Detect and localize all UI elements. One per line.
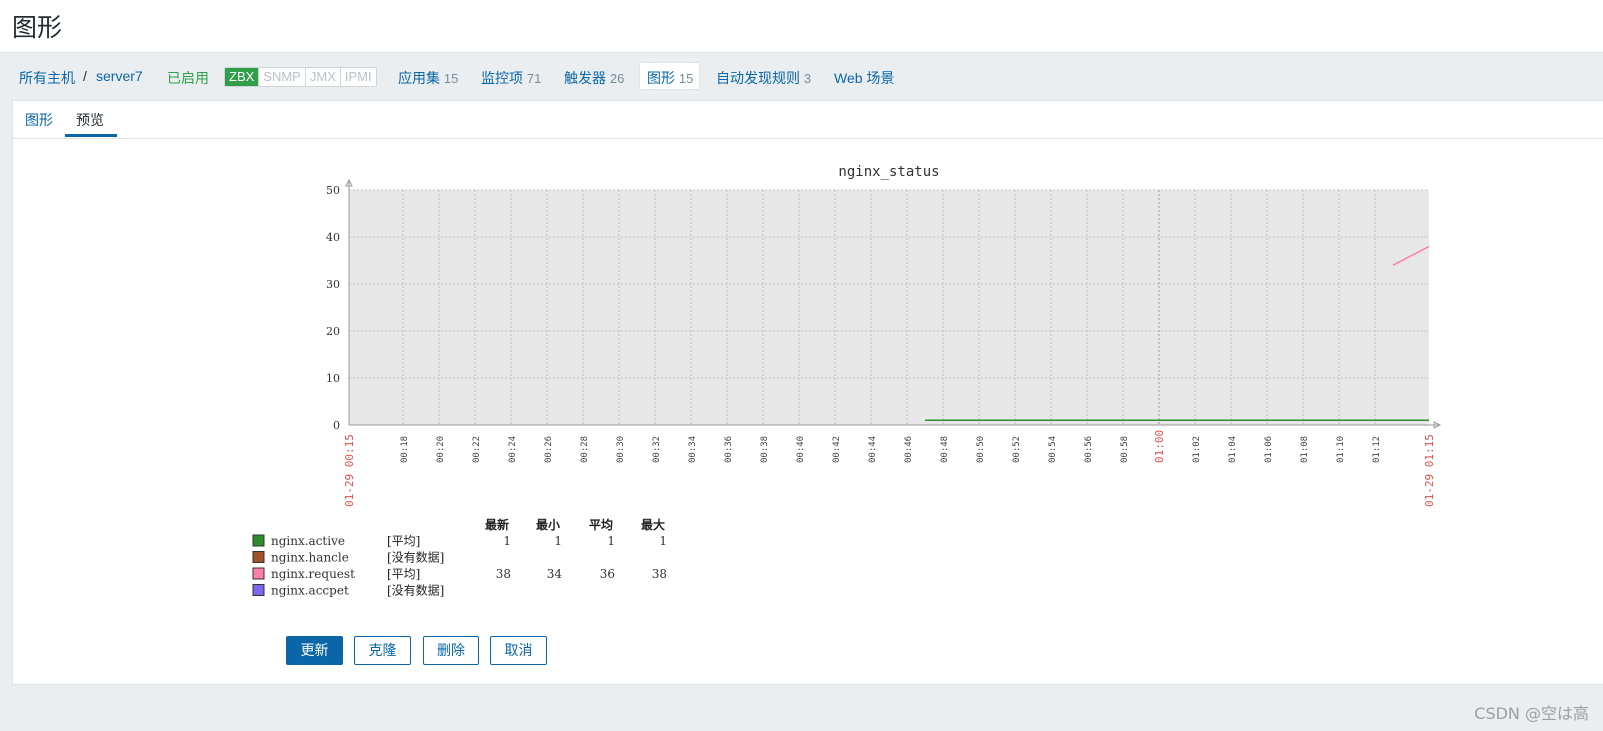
x-tick-label: 00:28 — [580, 436, 590, 463]
availability-badges: ZBX SNMP JMX IPMI — [224, 67, 377, 87]
x-tick-label: 00:40 — [796, 436, 806, 463]
host-navigation: 所有主机 / server7 已启用 ZBX SNMP JMX IPMI 应用集… — [0, 62, 1603, 96]
y-tick-label: 20 — [326, 325, 340, 338]
x-tick-label: 01:12 — [1372, 436, 1382, 463]
y-tick-label: 0 — [333, 419, 340, 432]
delete-button[interactable]: 删除 — [423, 636, 479, 665]
watermark: CSDN @空は高 — [1474, 704, 1589, 723]
cancel-button[interactable]: 取消 — [490, 636, 547, 665]
nav-graphs[interactable]: 图形 15 — [647, 68, 693, 88]
graph-form-panel: 图形 预览 nginx_status 0 10 20 30 40 50 00:18 00:20 0… — [12, 100, 1603, 685]
nav-applications-count: 15 — [443, 71, 459, 86]
x-tick-label: 00:26 — [544, 436, 554, 463]
x-tick-label: 00:54 — [1048, 436, 1058, 463]
x-tick-label: 00:36 — [724, 436, 734, 463]
host-status-enabled[interactable]: 已启用 — [167, 68, 209, 88]
legend-name: nginx.active — [271, 534, 345, 548]
legend-name: nginx.hancle — [271, 551, 349, 565]
x-tick-label: 01:00 — [1153, 430, 1166, 463]
badge-ipmi: IPMI — [339, 68, 376, 86]
x-start-label: 01-29 00:15 — [343, 434, 356, 507]
page-title: 图形 — [12, 13, 63, 42]
legend-func: [没有数据] — [387, 583, 444, 598]
legend-func: [平均] — [387, 534, 420, 548]
badge-zbx: ZBX — [225, 68, 259, 86]
x-tick-label: 00:30 — [616, 436, 626, 463]
x-tick-label: 00:32 — [652, 436, 662, 463]
nav-items[interactable]: 监控项 71 — [481, 68, 541, 88]
page-header: 图形 — [0, 0, 1603, 53]
nav-applications-label: 应用集 — [398, 70, 440, 86]
nav-discovery-count: 3 — [803, 71, 812, 86]
nav-items-label: 监控项 — [481, 70, 523, 86]
x-end-label: 01-29 01:15 — [1423, 434, 1436, 507]
legend-value-min: 1 — [554, 534, 562, 548]
legend-swatch — [252, 551, 265, 563]
nav-applications[interactable]: 应用集 15 — [398, 68, 458, 88]
breadcrumb-separator: / — [83, 68, 87, 84]
nav-items-count: 71 — [526, 71, 542, 86]
nav-triggers-label: 触发器 — [564, 70, 606, 86]
nav-web-label: Web 场景 — [834, 70, 895, 86]
legend-swatch — [252, 534, 265, 547]
x-tick-label: 00:42 — [832, 436, 842, 463]
chart-title: nginx_status — [838, 164, 939, 180]
x-tick-label: 00:46 — [904, 436, 914, 463]
legend-header: 最大 — [641, 517, 665, 532]
breadcrumb-all-hosts[interactable]: 所有主机 — [19, 68, 75, 88]
graph-preview: nginx_status 0 10 20 30 40 50 00:18 00:20 00:22 00… — [252, 164, 1442, 598]
x-tick-label: 00:56 — [1084, 436, 1094, 463]
legend-value-max: 38 — [652, 567, 667, 581]
breadcrumb-host[interactable]: server7 — [96, 68, 143, 84]
x-tick-label: 00:18 — [400, 436, 410, 463]
x-tick-label: 00:38 — [760, 436, 770, 463]
x-tick-label: 01:02 — [1192, 436, 1202, 463]
x-tick-label: 00:52 — [1012, 436, 1022, 463]
nav-graphs-label: 图形 — [647, 70, 675, 86]
x-tick-label: 00:20 — [436, 436, 446, 463]
update-button[interactable]: 更新 — [286, 636, 343, 665]
badge-jmx: JMX — [304, 68, 340, 86]
x-tick-label: 00:44 — [868, 436, 878, 463]
legend-header: 平均 — [589, 517, 613, 532]
nav-triggers[interactable]: 触发器 26 — [564, 68, 624, 88]
x-tick-label: 01:04 — [1228, 436, 1238, 463]
y-tick-label: 40 — [326, 231, 340, 244]
y-tick-label: 10 — [326, 372, 340, 385]
y-tick-label: 50 — [326, 184, 340, 197]
x-tick-label: 01:06 — [1264, 436, 1274, 463]
legend-value-avg: 36 — [600, 567, 615, 581]
legend-header: 最新 — [485, 517, 509, 532]
x-tick-label: 00:50 — [976, 436, 986, 463]
legend-value-last: 38 — [496, 567, 511, 581]
badge-snmp: SNMP — [258, 68, 305, 86]
legend-value-avg: 1 — [607, 534, 615, 548]
legend-swatch — [252, 567, 265, 580]
legend-func: [平均] — [387, 567, 420, 581]
nav-discovery-rules[interactable]: 自动发现规则 3 — [716, 68, 811, 88]
nav-graphs-count: 15 — [678, 71, 694, 86]
x-tick-label: 00:58 — [1120, 436, 1130, 463]
x-tick-label: 00:24 — [508, 436, 518, 463]
legend-value-min: 34 — [547, 567, 563, 581]
legend-header: 最小 — [536, 517, 560, 532]
legend-value-last: 1 — [503, 534, 511, 548]
x-tick-label: 01:08 — [1300, 436, 1310, 463]
x-tick-label: 00:48 — [940, 436, 950, 463]
legend-value-max: 1 — [659, 534, 667, 548]
legend-name: nginx.accpet — [271, 584, 349, 598]
x-tick-label: 00:34 — [688, 436, 698, 463]
x-tick-label: 01:10 — [1336, 436, 1346, 463]
y-tick-label: 30 — [326, 278, 340, 291]
clone-button[interactable]: 克隆 — [354, 636, 411, 665]
nav-web-scenarios[interactable]: Web 场景 — [834, 68, 894, 88]
legend-name: nginx.request — [271, 567, 355, 581]
nav-triggers-count: 26 — [609, 71, 625, 86]
legend-func: [没有数据] — [387, 550, 444, 565]
nav-discovery-label: 自动发现规则 — [716, 70, 800, 86]
legend-swatch — [252, 584, 265, 596]
x-tick-label: 00:22 — [472, 436, 482, 463]
